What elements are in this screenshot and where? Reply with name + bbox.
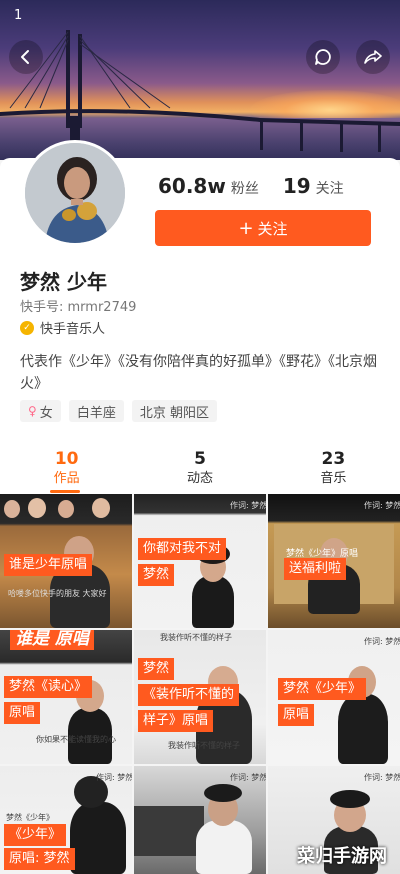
back-button[interactable] — [9, 40, 43, 74]
video-thumbnail-2[interactable]: 作词: 梦然 你都对我不对 梦然 — [134, 494, 266, 628]
share-button[interactable] — [356, 40, 390, 74]
fans-count[interactable]: 60.8w — [158, 174, 226, 198]
tab-works[interactable]: 10 作品 — [0, 448, 133, 494]
video-thumbnail-8[interactable]: 作词: 梦然 — [134, 766, 266, 874]
video-grid: 谁是少年原唱 哈喽多位快手的朋友 大家好 作词: 梦然 你都对我不对 梦然 作词… — [0, 494, 400, 874]
tag-location-label: 北京 朝阳区 — [139, 405, 209, 421]
tag-zodiac-label: 白羊座 — [76, 405, 116, 421]
status-bar: 1 — [0, 0, 400, 30]
video-6-caption: 梦然《少年》 — [278, 678, 367, 700]
tab-music-label: 音乐 — [320, 471, 347, 486]
video-4-caption-2: 原唱 — [4, 702, 41, 724]
video-2-credit: 作词: 梦然 — [230, 501, 266, 510]
video-3-caption: 送福利啦 — [284, 558, 347, 580]
video-5-subtitle: 我装作听不懂的样子 — [168, 741, 240, 750]
tab-works-count: 10 — [54, 449, 79, 469]
profile-bio: 代表作《少年》《没有你陪伴真的好孤单》《野花》《北京烟火》 — [20, 354, 377, 392]
video-7-caption-2: 《少年》 — [4, 824, 67, 846]
video-7-credit: 作词: 梦然 — [96, 773, 132, 782]
avatar-photo — [25, 143, 125, 243]
avatar[interactable] — [22, 140, 128, 246]
video-5-caption-3: 样子》原唱 — [138, 710, 214, 732]
video-thumbnail-5[interactable]: 我装作听不懂的样子 梦然 《装作听不懂的 样子》原唱 我装作听不懂的样子 — [134, 630, 266, 764]
plus-icon: + — [238, 217, 254, 239]
tag-location: 北京 朝阳区 — [131, 400, 217, 422]
tag-gender-label: 女 — [39, 405, 53, 421]
following-count[interactable]: 19 — [283, 174, 311, 198]
profile-banner: 1 — [0, 0, 400, 160]
kuaishou-id[interactable]: 快手号: mrmr2749 — [20, 296, 136, 315]
video-9-credit: 作词: 梦然 — [364, 773, 400, 782]
share-arrow-icon — [364, 50, 382, 64]
fans-label[interactable]: 粉丝 — [231, 178, 259, 198]
profile-tabs: 10 作品 5 动态 23 音乐 — [0, 448, 400, 494]
tab-moments-count: 5 — [194, 449, 206, 469]
video-4-overlay: 谁是 原唱 — [10, 630, 94, 650]
video-5-caption-2: 《装作听不懂的 — [138, 684, 240, 706]
status-time: 1 — [14, 8, 23, 23]
verified-icon: ✓ — [20, 320, 34, 335]
female-icon: ♀ — [28, 404, 37, 418]
video-1-subtitle: 哈喽多位快手的朋友 大家好 — [8, 589, 107, 598]
profile-name: 梦然 少年 — [20, 270, 107, 294]
video-2-caption: 你都对我不对 — [138, 538, 227, 560]
video-thumbnail-3[interactable]: 作词: 梦然 梦然《少年》原唱 送福利啦 — [268, 494, 400, 628]
tag-gender: ♀ 女 — [20, 400, 61, 422]
tab-music[interactable]: 23 音乐 — [267, 448, 400, 494]
verification-label: 快手音乐人 — [40, 322, 106, 337]
video-5-caption: 梦然 — [138, 658, 175, 680]
chat-bubble-icon — [315, 49, 331, 65]
profile-stats: 60.8w 粉丝 19 关注 — [158, 174, 368, 198]
video-3-credit: 作词: 梦然 — [364, 501, 400, 510]
follow-button[interactable]: + 关注 — [155, 210, 371, 246]
video-6-credit: 作词: 梦然 — [364, 637, 400, 646]
chevron-left-icon — [21, 50, 29, 64]
video-4-subtitle: 你如果不能读懂我的心 — [36, 735, 116, 744]
active-tab-indicator — [50, 490, 80, 493]
site-watermark: 菜归手游网 — [297, 846, 387, 867]
following-label[interactable]: 关注 — [316, 178, 344, 198]
video-thumbnail-4[interactable]: 谁是 原唱 梦然《读心》 原唱 你如果不能读懂我的心 — [0, 630, 132, 764]
video-2-caption-2: 梦然 — [138, 564, 175, 586]
follow-button-label: 关注 — [257, 219, 288, 238]
video-thumbnail-1[interactable]: 谁是少年原唱 哈喽多位快手的朋友 大家好 — [0, 494, 132, 628]
tab-music-count: 23 — [321, 449, 346, 469]
profile-tags: ♀ 女 白羊座 北京 朝阳区 — [20, 400, 225, 422]
tag-zodiac: 白羊座 — [68, 400, 124, 422]
tab-moments[interactable]: 5 动态 — [133, 448, 266, 494]
video-7-caption-3: 原唱: 梦然 — [4, 848, 75, 870]
video-5-overlay: 我装作听不懂的样子 — [160, 633, 232, 642]
tab-works-label: 作品 — [53, 471, 80, 486]
video-thumbnail-7[interactable]: 作词: 梦然 梦然《少年》 《少年》 原唱: 梦然 — [0, 766, 132, 874]
video-4-caption: 梦然《读心》 — [4, 676, 93, 698]
verification-badge[interactable]: ✓ 快手音乐人 — [20, 318, 105, 337]
video-8-credit: 作词: 梦然 — [230, 773, 266, 782]
tab-moments-label: 动态 — [186, 471, 213, 486]
video-1-caption: 谁是少年原唱 — [4, 554, 93, 576]
video-7-caption: 梦然《少年》 — [6, 813, 54, 822]
message-button[interactable] — [306, 40, 340, 74]
video-thumbnail-6[interactable]: 作词: 梦然 梦然《少年》 原唱 — [268, 630, 400, 764]
video-6-caption-2: 原唱 — [278, 704, 315, 726]
